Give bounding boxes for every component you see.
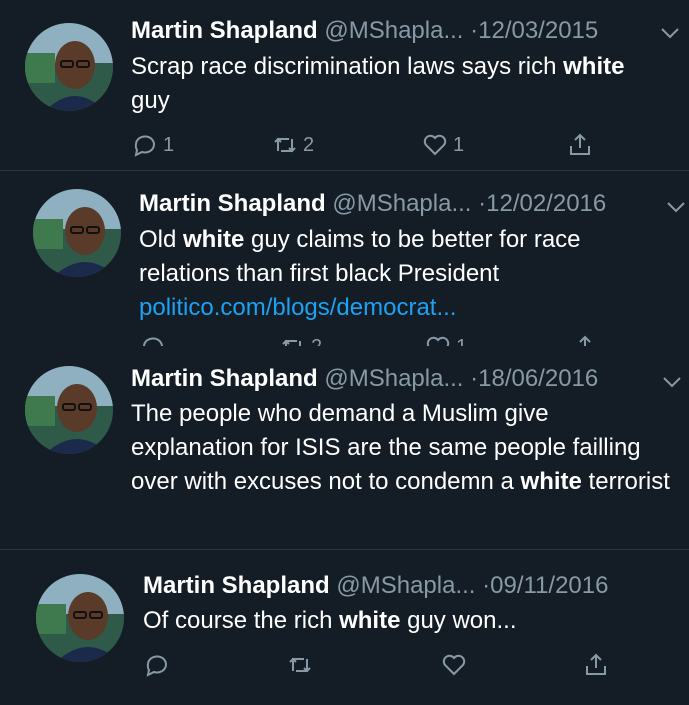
- author-name[interactable]: Martin Shapland: [131, 17, 318, 44]
- separator-dot: ·: [478, 190, 487, 217]
- tweet-header: Martin Shapland @MShapla... ·12/02/2016: [139, 190, 606, 218]
- tweet[interactable]: Martin Shapland @MShapla... ·09/11/2016 …: [0, 550, 689, 705]
- tweet-text: Of course the rich white guy won...: [143, 604, 663, 638]
- share-button[interactable]: [582, 651, 610, 679]
- separator-dot: ·: [470, 365, 479, 392]
- chevron-down-icon[interactable]: [666, 196, 686, 218]
- retweet-count: 2: [303, 133, 315, 156]
- reply-icon: [134, 135, 155, 157]
- author-handle[interactable]: @MShapla...: [336, 572, 475, 599]
- tweet-date[interactable]: 12/02/2016: [486, 190, 606, 217]
- author-handle[interactable]: @MShapla...: [324, 17, 463, 44]
- text-segment: Old: [139, 226, 184, 253]
- author-name[interactable]: Martin Shapland: [143, 572, 330, 599]
- avatar[interactable]: [36, 574, 124, 662]
- reply-icon: [142, 337, 163, 346]
- like-button[interactable]: 1: [421, 131, 464, 159]
- avatar[interactable]: [25, 366, 113, 454]
- text-bold: white: [339, 607, 401, 634]
- text-bold: white: [520, 468, 582, 495]
- text-segment: Of course the rich: [143, 607, 340, 634]
- reply-button[interactable]: [139, 333, 171, 346]
- like-button[interactable]: 1: [424, 333, 467, 346]
- retweet-icon: [274, 137, 296, 153]
- text-segment: guy won...: [400, 607, 517, 634]
- tweet-date[interactable]: 18/06/2016: [478, 365, 598, 392]
- tweet-link[interactable]: politico.com/blogs/democrat...: [139, 291, 659, 325]
- author-handle[interactable]: @MShapla...: [324, 365, 463, 392]
- heart-icon: [423, 134, 447, 156]
- avatar-photo: [25, 23, 113, 111]
- like-count: 1: [453, 133, 465, 156]
- author-handle[interactable]: @MShapla...: [332, 190, 471, 217]
- reply-icon: [146, 655, 167, 677]
- tweet-date[interactable]: 09/11/2016: [490, 572, 608, 599]
- heart-icon: [442, 654, 466, 676]
- like-count: 1: [456, 336, 467, 347]
- retweet-count: 2: [311, 336, 322, 347]
- share-icon: [570, 133, 590, 155]
- text-bold: white: [563, 53, 625, 80]
- text-bold: white: [183, 226, 245, 253]
- retweet-button[interactable]: 2: [271, 131, 314, 159]
- text-segment: terrorist: [581, 468, 670, 495]
- avatar[interactable]: [25, 23, 113, 111]
- avatar-photo: [33, 189, 121, 277]
- reply-button[interactable]: [143, 651, 175, 679]
- retweet-icon: [282, 339, 301, 346]
- text-segment: Scrap race discrimination laws says rich: [131, 53, 564, 80]
- tweet-text: The people who demand a Muslim give expl…: [131, 397, 676, 499]
- tweet-actions: 2 1: [139, 333, 599, 346]
- retweet-button[interactable]: [286, 651, 318, 679]
- share-icon: [586, 653, 606, 675]
- tweet[interactable]: Martin Shapland @MShapla... ·12/03/2015 …: [0, 0, 689, 170]
- tweet[interactable]: Martin Shapland @MShapla... ·18/06/2016 …: [0, 346, 689, 548]
- separator-dot: ·: [470, 17, 479, 44]
- tweet-header: Martin Shapland @MShapla... ·09/11/2016: [143, 572, 608, 600]
- tweet-header: Martin Shapland @MShapla... ·12/03/2015: [131, 17, 598, 45]
- tweet-actions: 1 2 1: [131, 131, 611, 161]
- avatar-photo: [25, 366, 113, 454]
- author-name[interactable]: Martin Shapland: [139, 190, 326, 217]
- retweet-icon: [289, 657, 311, 673]
- tweet-text: Old white guy claims to be better for ra…: [139, 223, 659, 325]
- share-button[interactable]: [571, 333, 599, 346]
- tweet-date[interactable]: 12/03/2015: [478, 17, 598, 44]
- text-segment: guy: [131, 87, 170, 114]
- like-button[interactable]: [440, 651, 472, 679]
- heart-icon: [426, 336, 450, 346]
- reply-button[interactable]: 1: [131, 131, 174, 159]
- separator-dot: ·: [482, 572, 491, 599]
- avatar[interactable]: [33, 189, 121, 277]
- tweet[interactable]: Martin Shapland @MShapla... ·12/02/2016 …: [0, 171, 689, 346]
- chevron-down-icon[interactable]: [660, 22, 680, 44]
- share-icon: [579, 335, 591, 346]
- chevron-down-icon[interactable]: [662, 371, 682, 393]
- author-name[interactable]: Martin Shapland: [131, 365, 318, 392]
- tweet-text: Scrap race discrimination laws says rich…: [131, 50, 651, 118]
- reply-count: 1: [163, 133, 175, 156]
- tweet-header: Martin Shapland @MShapla... ·18/06/2016: [131, 365, 598, 393]
- avatar-photo: [36, 574, 124, 662]
- retweet-button[interactable]: 2: [279, 333, 322, 346]
- share-button[interactable]: [566, 131, 594, 159]
- tweet-actions: [143, 651, 623, 681]
